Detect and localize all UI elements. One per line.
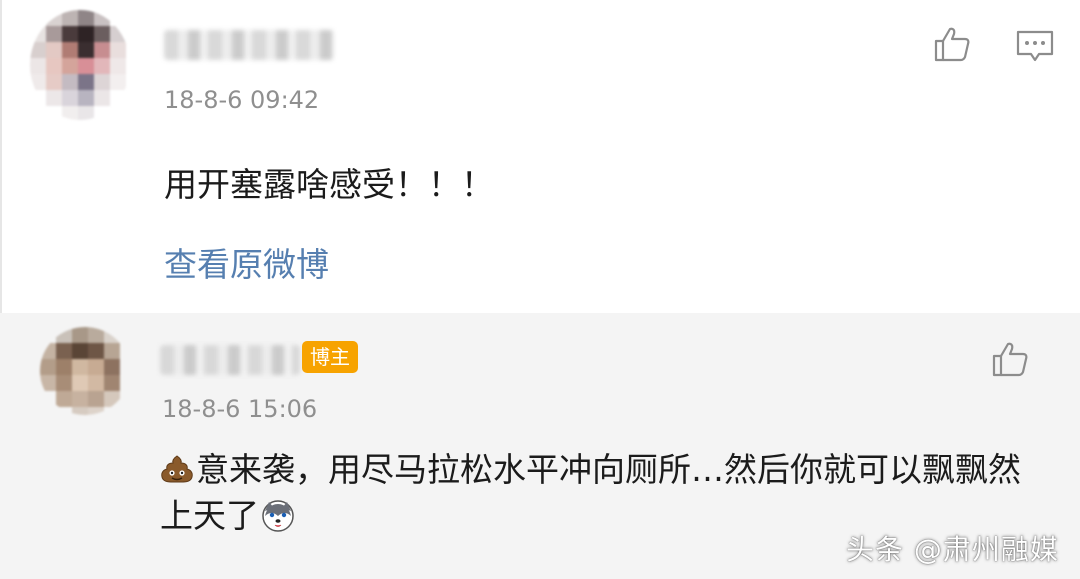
husky-emoji [262,500,294,532]
username-blurred[interactable] [160,345,300,375]
poop-emoji [161,455,193,483]
timestamp: 18-8-6 15:06 [162,395,318,423]
avatar[interactable] [30,10,130,120]
comment-item: 18-8-6 09:42 用开塞露啥感受！！！ 查看原微博 [0,0,1080,313]
comment-icon[interactable] [1015,26,1055,66]
comment-text: 用开塞露啥感受！！！ [164,165,494,204]
thumbs-up-icon[interactable] [932,24,972,64]
comment-text: 意来袭，用尽马拉松水平冲向厕所…然后你就可以飘飘然上天了 [160,447,1040,539]
watermark-text: 头条 @肃州融媒 [846,533,1059,566]
avatar[interactable] [40,327,130,415]
username-blurred[interactable] [164,30,334,60]
thumbs-up-icon[interactable] [990,339,1030,379]
view-original-link[interactable]: 查看原微博 [164,238,329,286]
blogger-badge: 博主 [302,341,358,373]
timestamp: 18-8-6 09:42 [164,86,320,114]
